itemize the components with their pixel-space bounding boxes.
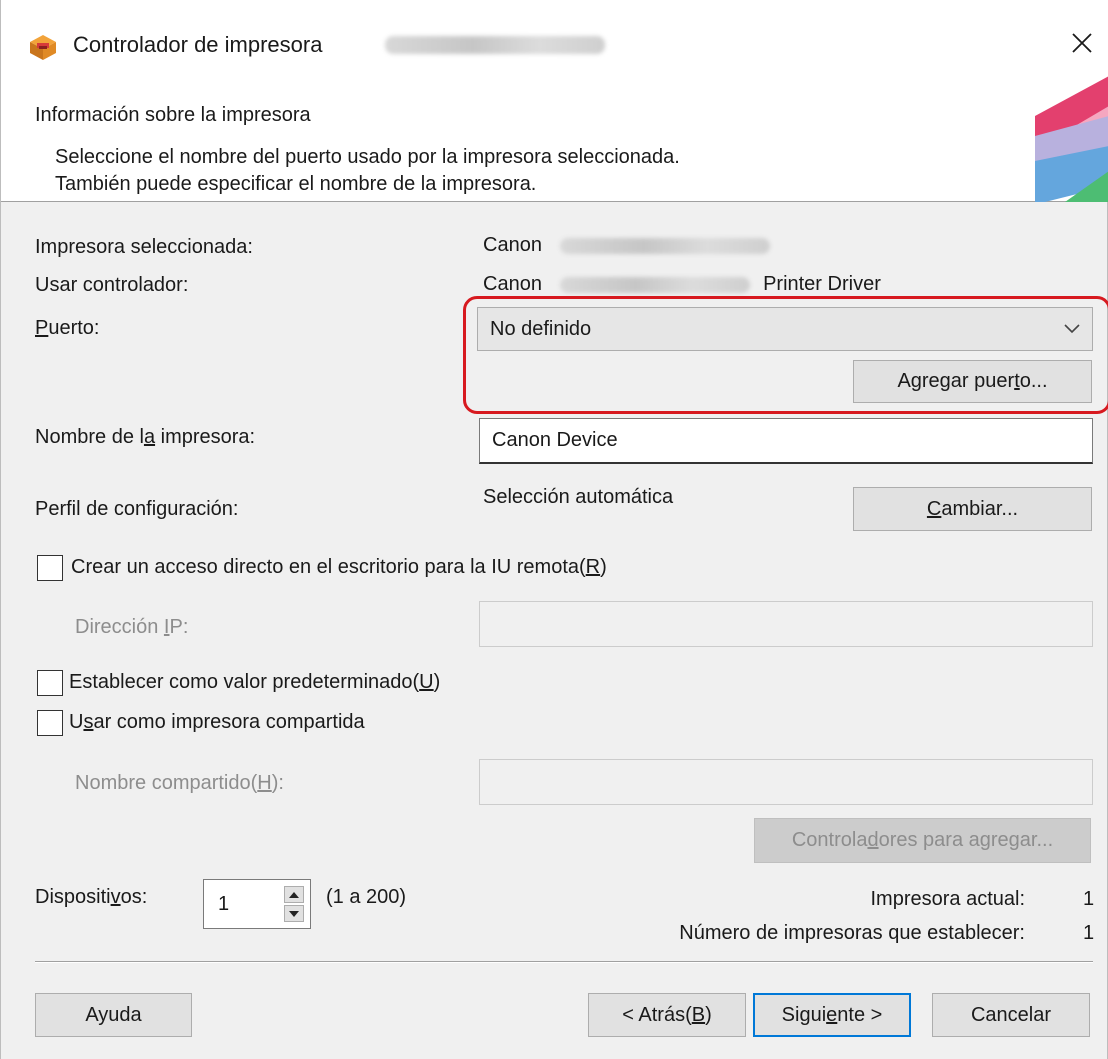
selected-printer-value: Canon (483, 234, 770, 257)
change-text: ambiar... (941, 497, 1019, 520)
redacted-printer-model (559, 237, 770, 254)
remote-ui-checkbox-label[interactable]: Crear un acceso directo en el escritorio… (71, 556, 607, 579)
ip-label-text1: Dirección (75, 616, 164, 638)
current-printer-value: 1 (1083, 888, 1095, 910)
spinner-down-button[interactable] (284, 905, 304, 922)
wizard-header: Información sobre la impresora Seleccion… (1, 76, 1108, 202)
printer-count-value: 1 (1083, 922, 1095, 944)
devices-label: Dispositivos: (35, 886, 147, 909)
driver-value: Canon Printer Driver (483, 273, 881, 296)
share-name-input[interactable] (479, 759, 1093, 805)
default-printer-label[interactable]: Establecer como valor predeterminado(U) (69, 671, 440, 694)
share-name-text1: Nombre compartido( (75, 772, 258, 794)
printer-name-label: Nombre de la impresora: (35, 426, 255, 449)
back-text2: ) (705, 1003, 712, 1026)
remote-ui-end: ) (600, 556, 607, 578)
header-decoration-graphic (1035, 76, 1108, 202)
printer-name-label-text1: Nombre de l (35, 426, 144, 448)
share-name-text2: ): (271, 772, 284, 794)
redacted-model-name (385, 36, 605, 54)
header-title: Información sobre la impresora (35, 104, 311, 126)
remote-ui-text: Crear un acceso directo en el escritorio… (71, 556, 586, 578)
back-button[interactable]: < Atrás(B) (588, 993, 746, 1037)
port-label-text: uerto: (48, 317, 100, 339)
profile-value: Selección automática (483, 486, 674, 508)
change-profile-button[interactable]: Cambiar... (853, 487, 1092, 531)
share-name-label: Nombre compartido(H): (75, 772, 284, 795)
driver-brand: Canon (483, 273, 542, 295)
spinner-up-button[interactable] (284, 886, 304, 903)
remote-ui-accel: R (585, 556, 601, 578)
triangle-up-icon (289, 891, 299, 898)
printer-name-label-accel: a (143, 426, 156, 448)
installer-window: Controlador de impresora Información sob… (0, 0, 1108, 1059)
next-text2: nte > (837, 1003, 883, 1026)
redacted-driver-model (559, 276, 750, 293)
title-bar: Controlador de impresora (1, 0, 1108, 88)
devices-value: 1 (218, 892, 230, 915)
selected-printer-label: Impresora seleccionada: (35, 236, 253, 258)
port-label: Puerto: (35, 317, 100, 340)
current-printer-label: Impresora actual: (870, 888, 1025, 910)
default-printer-checkbox[interactable] (37, 670, 63, 696)
additional-drivers-button[interactable]: Controla d ores para agregar... (754, 818, 1091, 863)
printer-name-value: Canon Device (492, 429, 618, 451)
header-description-line1: Seleccione el nombre del puerto usado po… (55, 146, 680, 168)
devices-spinner[interactable]: 1 (203, 879, 311, 929)
devices-text2: os: (120, 886, 148, 908)
next-text1: Sigui (781, 1003, 827, 1026)
drivers-text1: Controla (791, 829, 868, 851)
next-button[interactable]: Sigui e nte > (753, 993, 911, 1037)
triangle-down-icon (289, 910, 299, 917)
ip-address-label: Dirección IP: (75, 616, 188, 639)
driver-suffix: Printer Driver (763, 273, 881, 295)
default-printer-text: Establecer como valor predeterminado( (69, 671, 420, 693)
devices-range: (1 a 200) (326, 886, 407, 908)
next-accel: e (826, 1003, 838, 1026)
devices-accel: v (110, 886, 121, 908)
back-accel: B (691, 1003, 706, 1026)
remote-ui-checkbox[interactable] (37, 555, 63, 581)
window-title: Controlador de impresora (73, 32, 323, 57)
port-label-accel: P (35, 317, 49, 339)
driver-label: Usar controlador: (35, 274, 189, 296)
shared-printer-checkbox[interactable] (37, 710, 63, 736)
profile-label: Perfil de configuración: (35, 498, 239, 520)
drivers-accel: d (867, 829, 879, 851)
cancel-button[interactable]: Cancelar (932, 993, 1090, 1037)
ip-address-input[interactable] (479, 601, 1093, 647)
printer-driver-icon (30, 35, 56, 60)
printer-name-input[interactable]: Canon Device (479, 418, 1093, 464)
shared-printer-label[interactable]: Usar como impresora compartida (69, 711, 365, 734)
close-button[interactable] (1055, 18, 1108, 68)
back-text1: < Atrás( (622, 1003, 692, 1026)
drivers-text2: ores para agregar... (878, 829, 1054, 851)
ip-label-text2: P: (169, 616, 189, 638)
share-name-accel: H (257, 772, 272, 794)
change-accel: C (926, 497, 942, 520)
shared-text2: ar como impresora compartida (93, 711, 365, 733)
devices-text1: Dispositi (35, 886, 111, 908)
printer-name-label-text2: impresora: (155, 426, 256, 448)
shared-text1: U (69, 711, 84, 733)
help-button[interactable]: Ayuda (35, 993, 192, 1037)
default-printer-accel: U (419, 671, 434, 693)
shared-accel: s (83, 711, 94, 733)
printer-count-label: Número de impresoras que establecer: (679, 922, 1025, 944)
port-highlight-frame (463, 296, 1108, 414)
close-icon (1072, 33, 1092, 53)
default-printer-end: ) (433, 671, 441, 693)
footer-divider (35, 961, 1093, 963)
selected-printer-brand: Canon (483, 234, 542, 256)
header-description-line2: También puede especificar el nombre de l… (55, 173, 537, 195)
